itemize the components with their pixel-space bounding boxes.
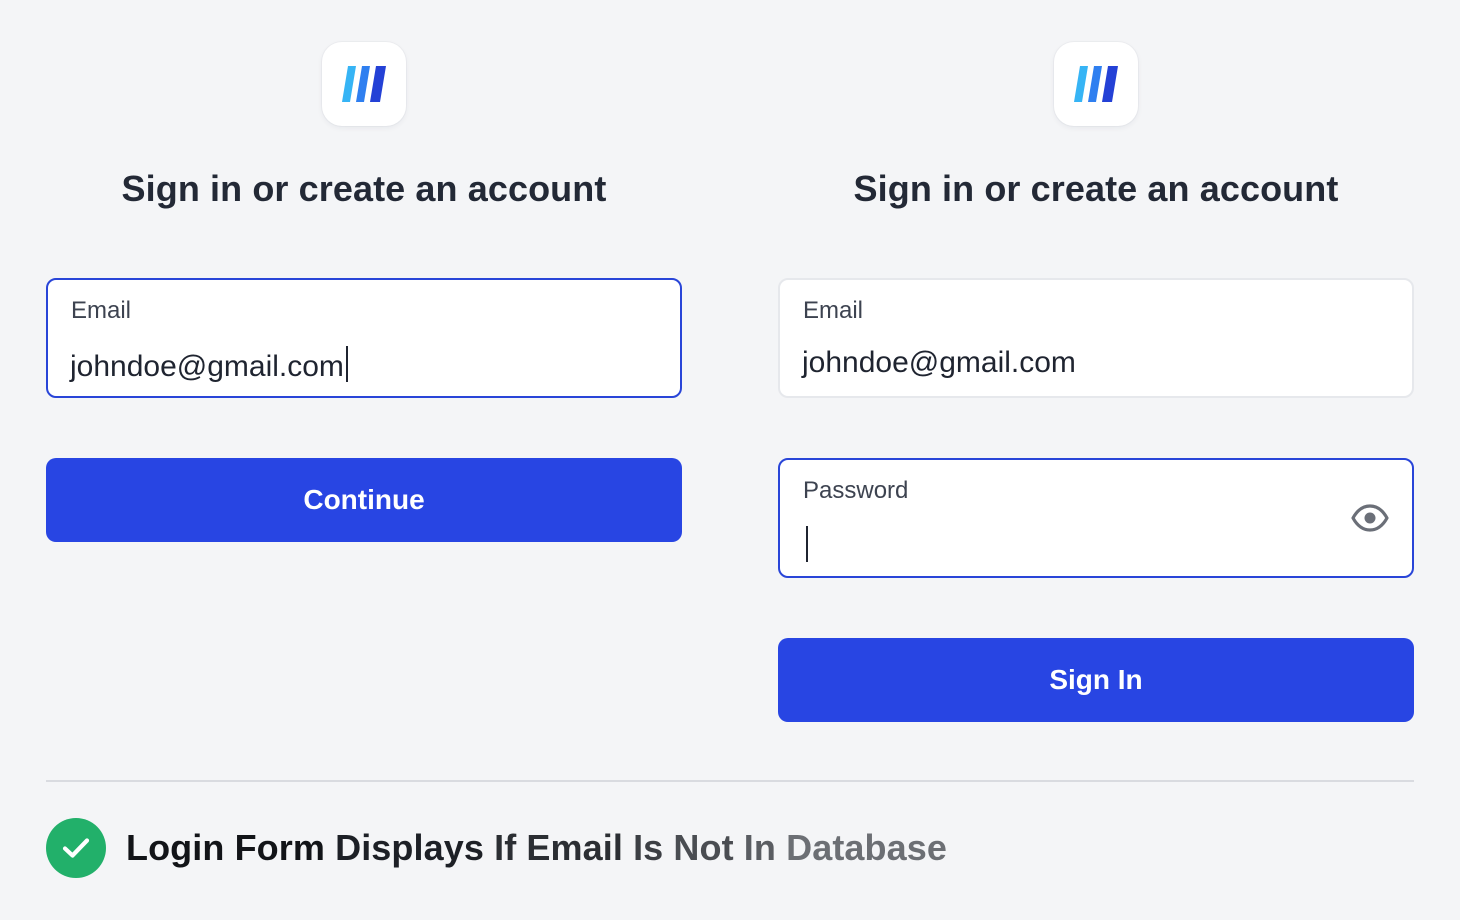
email-input-value[interactable]: johndoe@gmail.com [70,346,348,384]
page-title: Sign in or create an account [121,168,607,209]
email-field[interactable]: Email johndoe@gmail.com [778,278,1414,398]
caption-word: Database [786,827,947,868]
email-value-text: johndoe@gmail.com [802,346,1076,379]
brand-stripes-logo-icon [342,66,386,102]
password-step-panel: Sign in or create an account Email johnd… [778,0,1414,740]
email-value-text: johndoe@gmail.com [70,350,344,383]
text-caret [345,346,348,382]
checkmark-icon [62,838,90,858]
password-label: Password [803,477,909,504]
test-status-row: Login Form Displays If Email Is Not In D… [46,818,947,878]
status-caption: Login Form Displays If Email Is Not In D… [126,827,947,869]
email-field[interactable]: Email johndoe@gmail.com [46,278,682,398]
show-password-toggle[interactable] [1350,500,1390,536]
caption-word: Is [633,827,664,868]
divider [46,780,1414,782]
caption-word: Form [234,827,325,868]
password-field[interactable]: Password [778,458,1414,578]
continue-button[interactable]: Continue [46,458,682,542]
caption-word: Login [126,827,225,868]
brand-logo [322,42,406,126]
stage: Sign in or create an account Email johnd… [0,0,1460,920]
email-step-panel: Sign in or create an account Email johnd… [46,0,682,740]
brand-stripes-logo-icon [1074,66,1118,102]
page-title: Sign in or create an account [853,168,1339,209]
caption-word: Not [673,827,734,868]
caption-word: In [743,827,776,868]
eye-icon [1351,504,1389,532]
email-label: Email [803,297,864,324]
check-circle-icon [46,818,106,878]
caption-word: Displays [335,827,484,868]
brand-logo [1054,42,1138,126]
email-input-value[interactable]: johndoe@gmail.com [802,346,1076,380]
text-caret [806,526,808,562]
sign-in-button[interactable]: Sign In [778,638,1414,722]
caption-word: If [494,827,517,868]
caption-word: Email [526,827,623,868]
email-label: Email [71,297,132,324]
